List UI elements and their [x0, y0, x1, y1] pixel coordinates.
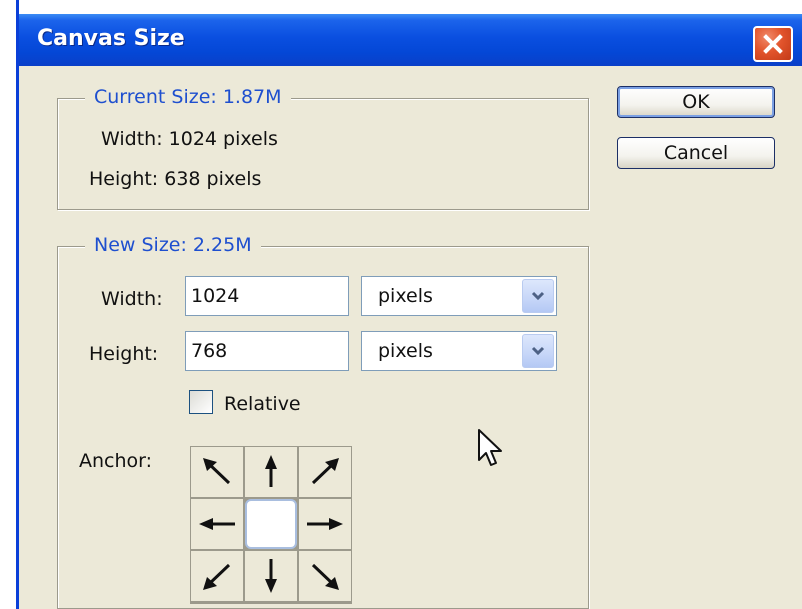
- anchor-top-right[interactable]: [299, 447, 351, 497]
- width-input[interactable]: 1024: [185, 276, 349, 316]
- ok-button[interactable]: OK: [617, 86, 775, 118]
- titlebar-top-edge: [19, 0, 802, 14]
- height-input-value: 768: [191, 340, 228, 362]
- anchor-bottom-right[interactable]: [299, 551, 351, 601]
- current-height-text: Height: 638 pixels: [89, 168, 262, 190]
- height-unit-dropdown-button[interactable]: [522, 334, 554, 368]
- anchor-left[interactable]: [191, 499, 243, 549]
- height-unit-value: pixels: [378, 340, 433, 362]
- anchor-grid: [190, 446, 352, 604]
- titlebar[interactable]: Canvas Size: [19, 14, 802, 66]
- anchor-top[interactable]: [245, 447, 297, 497]
- new-width-label: Width:: [101, 288, 163, 310]
- anchor-bottom-left[interactable]: [191, 551, 243, 601]
- close-button[interactable]: [753, 26, 793, 62]
- width-unit-select[interactable]: pixels: [361, 276, 557, 316]
- mouse-pointer-icon: [477, 428, 505, 472]
- cancel-button[interactable]: Cancel: [617, 137, 775, 169]
- width-unit-dropdown-button[interactable]: [522, 279, 554, 313]
- window-title: Canvas Size: [37, 26, 185, 51]
- current-width-text: Width: 1024 pixels: [101, 128, 278, 150]
- height-input[interactable]: 768: [185, 331, 349, 371]
- anchor-top-left[interactable]: [191, 447, 243, 497]
- current-size-legend: Current Size: 1.87M: [85, 86, 291, 108]
- anchor-right[interactable]: [299, 499, 351, 549]
- anchor-label: Anchor:: [79, 450, 153, 472]
- new-size-legend: New Size: 2.25M: [85, 234, 261, 256]
- width-input-value: 1024: [191, 285, 240, 307]
- new-height-label: Height:: [89, 343, 159, 365]
- anchor-center[interactable]: [245, 499, 297, 549]
- current-size-group: [57, 98, 589, 210]
- relative-label[interactable]: Relative: [224, 393, 301, 415]
- anchor-bottom[interactable]: [245, 551, 297, 601]
- height-unit-select[interactable]: pixels: [361, 331, 557, 371]
- relative-checkbox[interactable]: [189, 390, 213, 414]
- width-unit-value: pixels: [378, 285, 433, 307]
- canvas-size-dialog: Canvas Size Current Size: 1.87M Width: 1…: [16, 0, 802, 609]
